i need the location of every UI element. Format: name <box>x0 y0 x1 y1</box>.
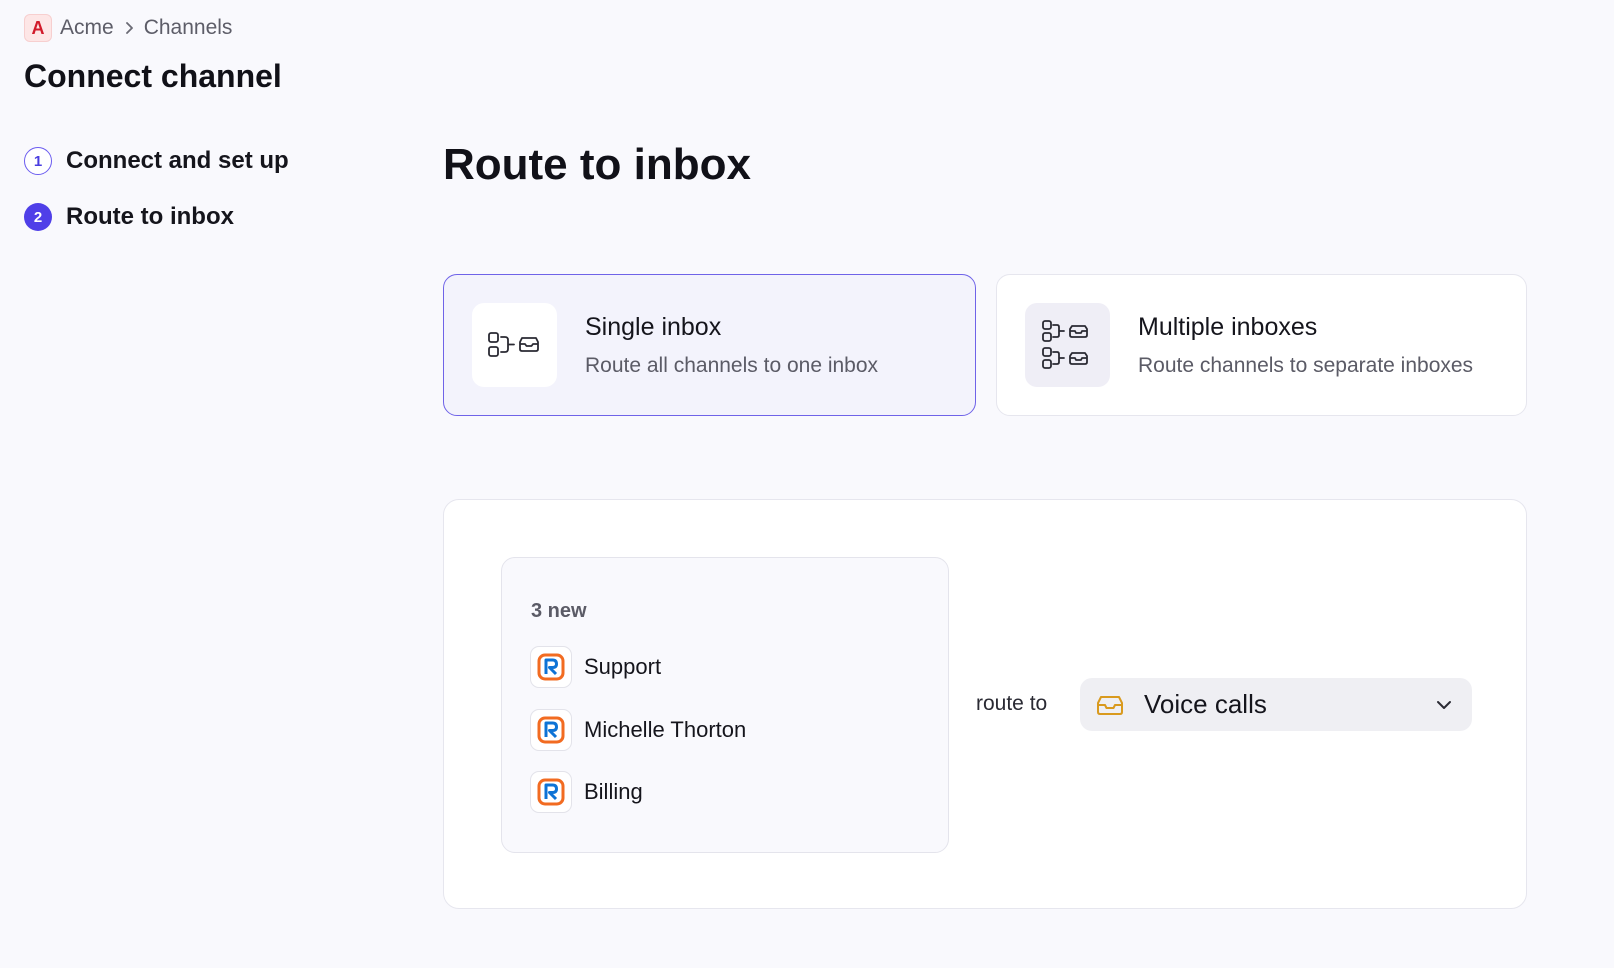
channel-name: Billing <box>584 779 643 804</box>
channel-name: Michelle Thorton <box>584 717 747 742</box>
option-title: Multiple inboxes <box>1138 312 1318 341</box>
workspace-avatar[interactable]: A <box>24 14 52 42</box>
breadcrumb: A Acme Channels <box>24 14 232 42</box>
chevron-down-icon <box>1437 700 1451 709</box>
ringcentral-icon <box>530 646 572 688</box>
list-item: Billing <box>530 771 643 813</box>
inbox-select[interactable]: Voice calls <box>1080 678 1472 731</box>
new-channels-list: 3 new Support Michelle Thorton Billing <box>501 557 949 853</box>
ringcentral-icon <box>530 771 572 813</box>
list-item: Michelle Thorton <box>530 709 746 751</box>
multi-route-icon <box>1025 303 1110 387</box>
step-connect-and-set-up[interactable]: 1 Connect and set up <box>24 146 289 176</box>
routing-panel: 3 new Support Michelle Thorton Billing r… <box>443 499 1527 909</box>
page-title: Connect channel <box>24 58 282 94</box>
step-number: 1 <box>24 147 52 175</box>
step-label: Route to inbox <box>66 203 234 230</box>
section-title: Route to inbox <box>443 140 751 189</box>
channels-count: 3 new <box>531 600 587 622</box>
single-inbox-option[interactable]: Single inbox Route all channels to one i… <box>443 274 976 416</box>
selected-inbox: Voice calls <box>1144 689 1267 719</box>
route-to-label: route to <box>976 692 1048 715</box>
inbox-icon <box>1097 695 1123 715</box>
breadcrumb-workspace[interactable]: Acme <box>60 16 114 40</box>
option-title: Single inbox <box>585 312 722 341</box>
channel-name: Support <box>584 654 662 679</box>
chevron-right-icon <box>125 22 133 34</box>
option-description: Route all channels to one inbox <box>585 353 879 377</box>
single-route-icon <box>472 303 557 387</box>
ringcentral-icon <box>530 709 572 751</box>
list-item: Support <box>530 646 661 688</box>
breadcrumb-section[interactable]: Channels <box>144 16 233 40</box>
multiple-inboxes-option[interactable]: Multiple inboxes Route channels to separ… <box>996 274 1527 416</box>
step-label: Connect and set up <box>66 147 289 174</box>
stepper: 1 Connect and set up 2 Route to inbox <box>24 146 289 258</box>
option-description: Route channels to separate inboxes <box>1138 353 1474 377</box>
step-route-to-inbox[interactable]: 2 Route to inbox <box>24 202 289 232</box>
step-number: 2 <box>24 203 52 231</box>
